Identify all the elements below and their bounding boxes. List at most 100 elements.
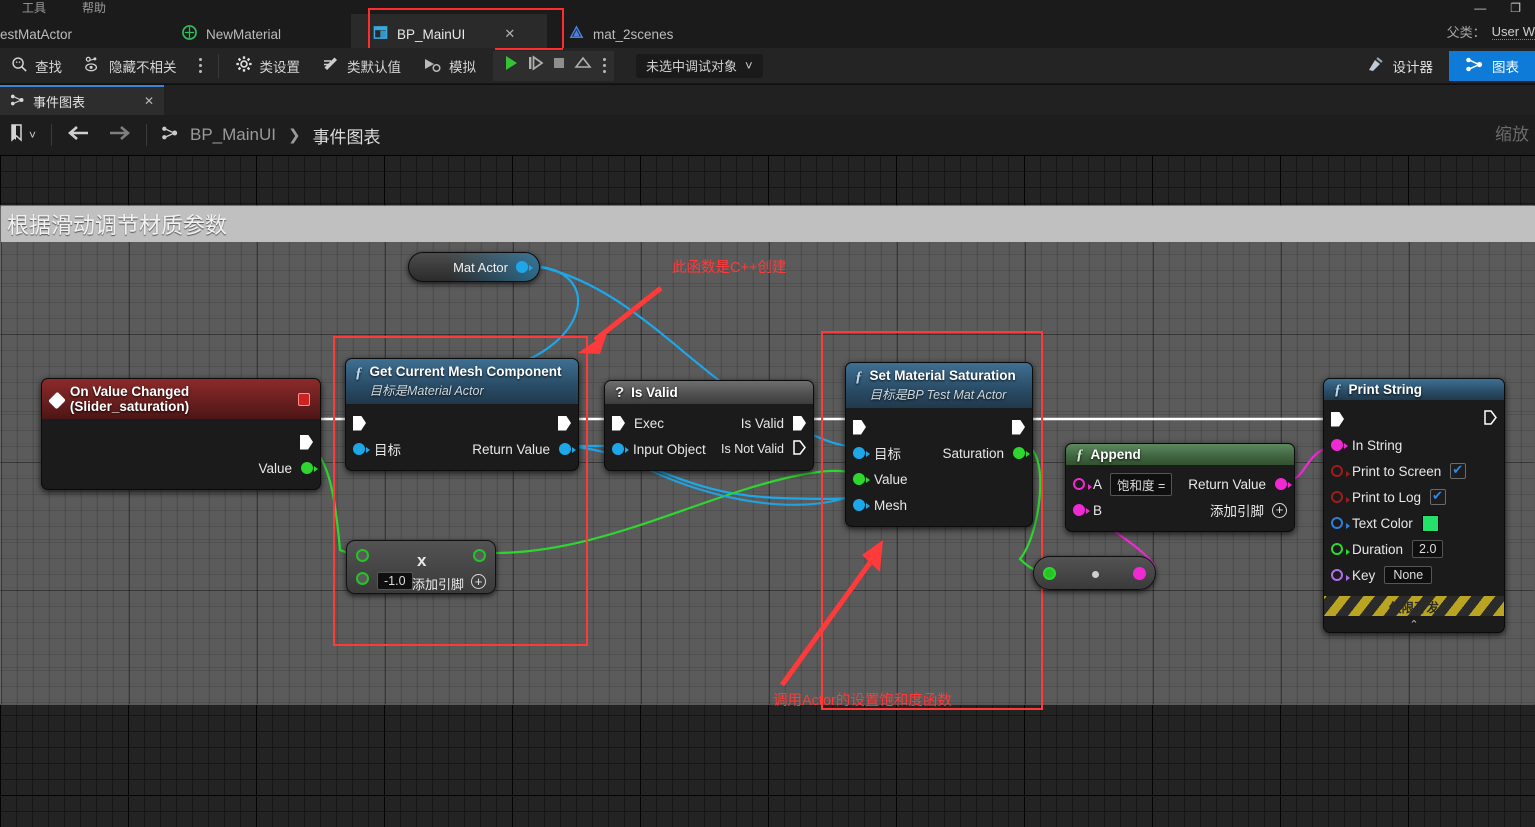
append-a-value[interactable]: 饱和度 = bbox=[1110, 472, 1173, 496]
pin-to-string-out[interactable] bbox=[1133, 567, 1146, 580]
play-options-kebab-icon[interactable] bbox=[603, 57, 606, 75]
tab-event-graph[interactable]: 事件图表 ✕ bbox=[0, 85, 164, 115]
menu-item-tools[interactable]: 工具 bbox=[22, 2, 46, 14]
pin-label-mesh: Mesh bbox=[874, 497, 908, 513]
debug-object-select[interactable]: 未选中调试对象 ˅ bbox=[636, 53, 763, 78]
print-to-screen-checkbox[interactable] bbox=[1450, 462, 1467, 479]
pin-exec-out[interactable] bbox=[300, 435, 313, 450]
nav-forward-button[interactable] bbox=[99, 120, 141, 150]
node-header: ƒ Print String bbox=[1324, 379, 1504, 400]
pin-append-b-in[interactable] bbox=[1073, 504, 1090, 516]
pin-input-object-in[interactable] bbox=[612, 443, 629, 455]
eject-icon[interactable] bbox=[573, 53, 593, 78]
pin-exec-in[interactable] bbox=[353, 416, 366, 431]
toolbar-mode-switcher: 设计器 图表 bbox=[1350, 48, 1535, 84]
node-on-value-changed[interactable]: On Value Changed (Slider_saturation) Val… bbox=[41, 378, 321, 490]
pin-exec-out[interactable] bbox=[1012, 420, 1025, 435]
node-multiply[interactable]: x -1.0 添加引脚 + bbox=[346, 540, 496, 594]
menu-item-help[interactable]: 帮助 bbox=[82, 2, 106, 14]
pin-mat-actor-out[interactable] bbox=[516, 261, 533, 273]
hide-unrelated-button[interactable]: 隐藏不相关 bbox=[73, 52, 188, 80]
node-is-valid[interactable]: ? Is Valid Exec Is Valid Input Object Is… bbox=[604, 380, 814, 471]
find-button[interactable]: 查找 bbox=[0, 52, 73, 80]
pin-label-is-not-valid: Is Not Valid bbox=[721, 442, 784, 456]
print-to-log-checkbox[interactable] bbox=[1430, 488, 1447, 505]
toolbar-highlight-line bbox=[495, 48, 563, 50]
pin-multiply-b-in[interactable] bbox=[356, 572, 369, 585]
pin-is-not-valid-out[interactable] bbox=[793, 440, 806, 458]
node-mat-actor[interactable]: Mat Actor bbox=[408, 252, 540, 282]
pin-value-out[interactable] bbox=[301, 462, 318, 474]
chevron-down-icon: ˅ bbox=[745, 58, 753, 73]
blueprint-graph-canvas[interactable]: 根据滑动调节材质参数 此函数是C++创建 调用Actor的设置饱和度函数 Mat… bbox=[0, 155, 1535, 827]
tab-close-icon[interactable]: ✕ bbox=[144, 94, 154, 108]
pin-label-target: 目标 bbox=[374, 443, 401, 458]
kebab-menu-icon bbox=[198, 57, 202, 75]
pin-exec-in[interactable] bbox=[853, 420, 866, 435]
breadcrumb-separator-2 bbox=[146, 124, 147, 146]
pin-append-a-in[interactable] bbox=[1073, 478, 1092, 490]
play-icon[interactable] bbox=[501, 53, 521, 78]
node-to-string[interactable] bbox=[1033, 556, 1156, 590]
node-get-current-mesh-component[interactable]: ƒ Get Current Mesh Component 目标是Material… bbox=[345, 358, 579, 471]
hide-unrelated-label: 隐藏不相关 bbox=[109, 59, 177, 75]
pin-label-value: Value bbox=[874, 471, 908, 487]
pin-duration[interactable] bbox=[1331, 543, 1350, 555]
event-delegate-icon[interactable] bbox=[297, 392, 310, 406]
text-color-swatch[interactable] bbox=[1421, 514, 1439, 532]
pin-exec-out[interactable] bbox=[1484, 410, 1497, 428]
asset-tab-close-icon[interactable]: ✕ bbox=[504, 26, 515, 42]
simulate-button[interactable]: 模拟 bbox=[412, 52, 487, 80]
designer-icon bbox=[1366, 56, 1385, 76]
pin-in-string[interactable] bbox=[1331, 439, 1348, 451]
pin-target-in[interactable] bbox=[353, 443, 370, 455]
pin-value-in[interactable] bbox=[853, 473, 870, 485]
pin-target-in[interactable] bbox=[853, 447, 870, 459]
pin-multiply-a-in[interactable] bbox=[356, 549, 369, 562]
pin-mesh-in[interactable] bbox=[853, 499, 870, 511]
nav-back-button[interactable] bbox=[57, 120, 99, 150]
pin-multiply-out[interactable] bbox=[473, 549, 486, 562]
graph-icon bbox=[161, 125, 179, 145]
pin-return-value-out[interactable] bbox=[559, 443, 576, 455]
node-set-material-saturation[interactable]: ƒ Set Material Saturation 目标是BP Test Mat… bbox=[845, 362, 1033, 527]
step-icon[interactable] bbox=[525, 53, 545, 78]
pin-label-exec: Exec bbox=[634, 415, 665, 431]
pin-print-to-log[interactable] bbox=[1331, 491, 1350, 503]
multiply-b-value[interactable]: -1.0 bbox=[377, 572, 413, 590]
class-defaults-button[interactable]: 类默认值 bbox=[311, 52, 412, 80]
key-value[interactable]: None bbox=[1384, 566, 1433, 584]
designer-mode-button[interactable]: 设计器 bbox=[1350, 51, 1450, 81]
graph-mode-button[interactable]: 图表 bbox=[1449, 51, 1535, 81]
minimize-icon[interactable]: — bbox=[1474, 2, 1486, 14]
pin-append-return-out[interactable] bbox=[1275, 478, 1292, 490]
node-mat-actor-label: Mat Actor bbox=[453, 259, 508, 275]
pin-key[interactable] bbox=[1331, 569, 1350, 581]
pin-exec-in[interactable] bbox=[612, 416, 625, 431]
class-settings-button[interactable]: 类设置 bbox=[224, 52, 312, 80]
bookmark-dropdown-button[interactable]: ˅ bbox=[0, 120, 46, 150]
hide-unrelated-options-button[interactable] bbox=[188, 52, 213, 80]
node-collapse-button[interactable]: ⌃ bbox=[1324, 616, 1504, 632]
restore-icon[interactable]: ❐ bbox=[1510, 2, 1521, 14]
node-print-string[interactable]: ƒ Print String In String Print to Screen bbox=[1323, 378, 1505, 633]
pin-saturation-out[interactable] bbox=[1013, 447, 1030, 459]
duration-value[interactable]: 2.0 bbox=[1412, 540, 1444, 558]
eye-nodes-icon bbox=[84, 56, 102, 76]
comment-title[interactable]: 根据滑动调节材质参数 bbox=[1, 206, 1535, 242]
pin-text-color[interactable] bbox=[1331, 517, 1350, 529]
pin-print-to-screen[interactable] bbox=[1331, 465, 1350, 477]
node-append[interactable]: ƒ Append A 饱和度 = Return Value B 添加引脚 + bbox=[1065, 443, 1295, 532]
stop-icon[interactable] bbox=[549, 53, 569, 78]
pin-exec-out[interactable] bbox=[558, 416, 571, 431]
pin-label-text-color: Text Color bbox=[1352, 515, 1413, 531]
pin-is-valid-out[interactable] bbox=[793, 416, 806, 431]
zoom-label: 缩放 bbox=[1495, 125, 1529, 144]
to-string-operator-dot bbox=[1092, 571, 1099, 578]
multiply-add-pin-button[interactable]: + bbox=[471, 574, 486, 589]
append-add-pin-button[interactable]: + bbox=[1272, 502, 1287, 518]
breadcrumb-root[interactable]: BP_MainUI bbox=[190, 125, 276, 145]
pin-to-string-in[interactable] bbox=[1043, 567, 1056, 580]
parent-class-link[interactable]: User W bbox=[1491, 24, 1535, 40]
pin-exec-in[interactable] bbox=[1331, 412, 1344, 427]
